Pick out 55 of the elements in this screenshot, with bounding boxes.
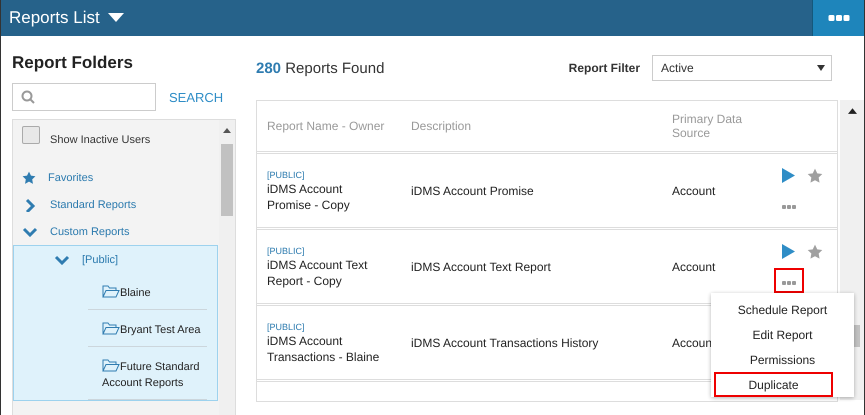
ellipsis-icon <box>828 15 850 21</box>
selected-folder[interactable]: [Public] Blaine Bryant Test Area Future Standard Account Reports <box>13 245 218 401</box>
visibility-tag: [PUBLIC] <box>267 320 389 332</box>
report-name[interactable]: iDMS Account Transactions - Blaine <box>267 332 389 364</box>
play-icon[interactable] <box>782 168 795 183</box>
page-title: Reports List <box>9 8 100 28</box>
more-button[interactable] <box>774 268 804 293</box>
table-cell-text: Accoun <box>672 336 714 350</box>
caret-down-icon <box>817 65 825 71</box>
more-button[interactable] <box>812 0 864 36</box>
scrollbar-thumb[interactable] <box>221 144 233 216</box>
folder-item[interactable]: Bryant Test Area <box>102 322 201 338</box>
report-name[interactable]: iDMS Account Promise - Copy <box>267 180 389 212</box>
star-icon[interactable] <box>807 168 823 184</box>
folder-item[interactable]: Blaine <box>102 285 151 301</box>
ellipsis-icon <box>782 281 796 285</box>
menu-item[interactable]: Edit Report <box>711 322 854 347</box>
table-cell-text: iDMS Account Promise <box>411 184 535 198</box>
filter-label: Report Filter <box>568 61 640 75</box>
visibility-tag: [PUBLIC] <box>267 168 389 180</box>
star-icon[interactable] <box>807 244 823 260</box>
search-field[interactable] <box>12 83 156 111</box>
table-cell-text: iDMS Account Text Report <box>411 260 552 274</box>
table-cell-text: Account <box>672 184 716 198</box>
panel-title: Report Folders <box>12 53 134 73</box>
play-icon[interactable] <box>782 244 795 259</box>
column-header: Primary Data Source <box>672 112 744 140</box>
tree-item[interactable]: Standard Reports <box>50 198 136 210</box>
column-header: Description <box>411 119 472 133</box>
checkbox-label: Show Inactive Users <box>50 134 150 146</box>
search-link[interactable]: SEARCH <box>169 90 224 104</box>
caret-down-icon[interactable] <box>108 13 124 23</box>
folder-icon <box>102 285 120 298</box>
tree-item[interactable]: [Public] <box>82 254 118 266</box>
filter-dropdown[interactable]: Active <box>652 55 832 81</box>
search-icon <box>21 90 35 104</box>
visibility-tag: [PUBLIC] <box>267 244 389 256</box>
menu-item[interactable]: Duplicate <box>714 372 833 397</box>
menu-item[interactable]: Schedule Report <box>711 297 854 322</box>
results-count: 280 Reports Found <box>256 60 384 76</box>
tree-item[interactable]: Favorites <box>48 172 94 184</box>
checkbox[interactable] <box>22 126 40 144</box>
folder-item[interactable]: Future Standard Account Reports <box>102 359 207 391</box>
column-header: Report Name - Owner <box>267 119 386 133</box>
scroll-up-icon[interactable] <box>848 108 857 114</box>
scroll-up-icon[interactable] <box>223 128 231 133</box>
ellipsis-icon <box>782 205 796 209</box>
folder-icon <box>102 322 120 335</box>
table-cell-text: iDMS Account Transactions History <box>411 336 600 350</box>
table-cell-text: Account <box>672 260 716 274</box>
folder-icon <box>102 359 120 372</box>
menu-item[interactable]: Permissions <box>711 347 854 372</box>
report-name[interactable]: iDMS Account Text Report - Copy <box>267 256 389 288</box>
tree-item[interactable]: Custom Reports <box>50 226 130 238</box>
star-icon <box>22 170 36 184</box>
